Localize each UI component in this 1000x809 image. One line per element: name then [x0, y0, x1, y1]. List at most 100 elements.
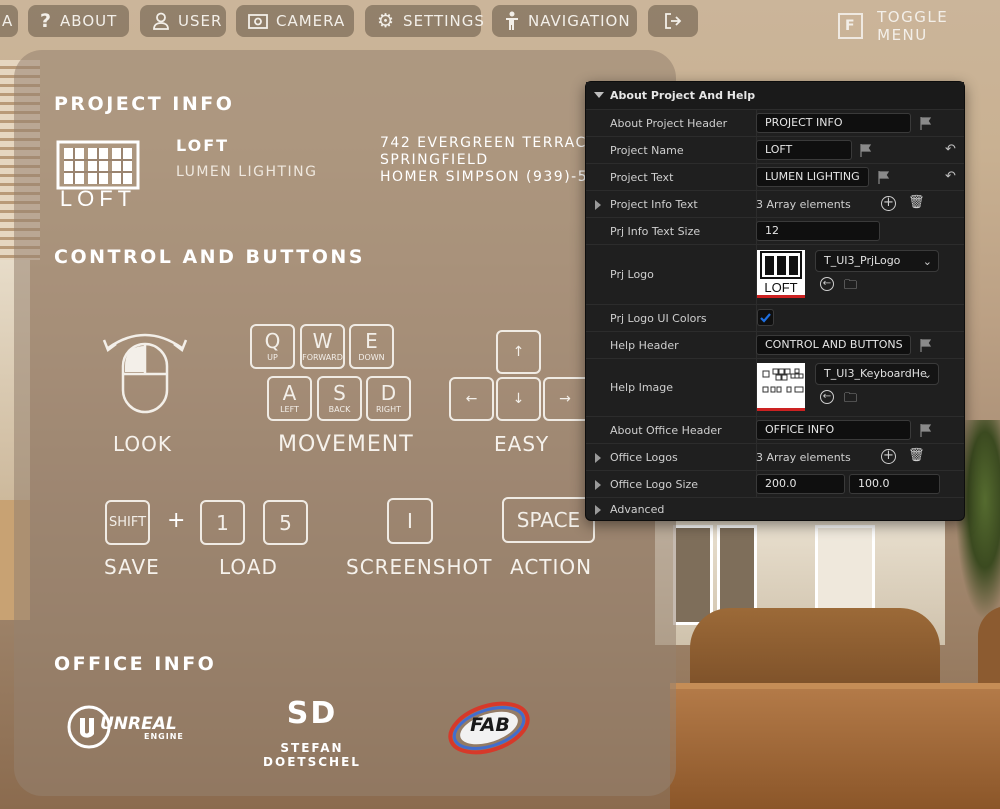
toggle-key-icon: F	[838, 13, 864, 39]
settings-label: SETTINGS	[403, 12, 485, 30]
row-office-logo-size[interactable]: Office Logo Size 200.0 100.0	[586, 471, 964, 498]
section-header-about-project[interactable]: About Project And Help	[586, 82, 964, 110]
address-line: HOMER SIMPSON (939)-555	[380, 169, 609, 185]
key-e-letter: E	[365, 329, 378, 353]
trash-icon[interactable]: 🗑	[908, 448, 925, 463]
help-image-thumbnail[interactable]	[757, 363, 805, 411]
svg-text:LOFT: LOFT	[764, 280, 797, 295]
camera-label: CAMERA	[276, 12, 346, 30]
navigation-button[interactable]: NAVIGATION	[492, 5, 637, 37]
localization-flag-icon[interactable]	[878, 171, 890, 184]
movement-label: MOVEMENT	[278, 432, 414, 457]
row-about-project-header: About Project Header PROJECT INFO	[586, 110, 964, 137]
reset-to-default-icon[interactable]: ↶	[945, 142, 956, 157]
key-i-label: I	[407, 509, 413, 533]
use-selected-asset-icon[interactable]: ←	[820, 390, 834, 404]
row-office-logos[interactable]: Office Logos 3 Array elements + 🗑	[586, 444, 964, 471]
row-prj-logo: Prj Logo LOFT T_UI3_PrjLogo ⌄ ← 🗀	[586, 245, 964, 305]
localization-flag-icon[interactable]	[920, 117, 932, 130]
key-a-sub: LEFT	[280, 405, 299, 414]
row-project-name: Project Name LOFT ↶	[586, 137, 964, 164]
about-header-field[interactable]: PROJECT INFO	[756, 113, 911, 133]
use-selected-asset-icon[interactable]: ←	[820, 277, 834, 291]
key-1-label: 1	[216, 510, 229, 535]
help-image-asset-name: T_UI3_KeyboardHe	[824, 367, 927, 380]
about-button[interactable]: ? ABOUT	[28, 5, 129, 37]
project-name-field[interactable]: LOFT	[756, 140, 852, 160]
office-header-field[interactable]: OFFICE INFO	[756, 420, 911, 440]
key-s-letter: S	[333, 381, 346, 405]
key-w: W FORWARD	[300, 324, 345, 369]
key-q-sub: UP	[267, 353, 278, 362]
look-label: LOOK	[113, 432, 173, 456]
reset-to-default-icon[interactable]: ↶	[945, 169, 956, 184]
info-text-size-field[interactable]: 12	[756, 221, 880, 241]
logo-size-y-field[interactable]: 100.0	[849, 474, 940, 494]
partial-menu-label: A	[2, 12, 14, 30]
row-label: Help Header	[610, 339, 679, 352]
address-line: SPRINGFIELD	[380, 152, 489, 168]
row-label: Project Name	[610, 144, 684, 157]
key-q-letter: Q	[264, 329, 281, 353]
fab-text: FAB	[470, 714, 510, 736]
toggle-menu-button[interactable]: F TOGGLE MENU	[838, 8, 1000, 44]
fab-logo: FAB	[444, 700, 534, 756]
logo-size-x-field[interactable]: 200.0	[756, 474, 845, 494]
row-project-info-text[interactable]: Project Info Text 3 Array elements + 🗑	[586, 191, 964, 218]
row-logo-ui-colors: Prj Logo UI Colors	[586, 305, 964, 332]
expand-triangle-icon[interactable]	[595, 480, 601, 490]
key-a-letter: A	[282, 381, 297, 405]
key-s-sub: BACK	[328, 405, 351, 414]
engine-word: ENGINE	[144, 732, 184, 741]
arrow-up-icon: ↑	[512, 344, 525, 360]
add-element-icon[interactable]: +	[881, 196, 896, 211]
logo-asset-dropdown[interactable]: T_UI3_PrjLogo ⌄	[815, 250, 939, 272]
key-1: 1	[200, 500, 245, 545]
unreal-word: UNREAL	[100, 714, 177, 734]
localization-flag-icon[interactable]	[860, 144, 872, 157]
key-q: Q UP	[250, 324, 295, 369]
browse-folder-icon[interactable]: 🗀	[844, 389, 857, 411]
exit-icon	[665, 13, 682, 29]
row-label: Help Image	[610, 381, 674, 394]
project-name: LOFT	[176, 136, 230, 155]
settings-button[interactable]: ⚙ SETTINGS	[365, 5, 484, 37]
key-i: I	[387, 498, 433, 544]
partial-menu-button[interactable]: A	[0, 5, 18, 37]
top-menu-bar: A ? ABOUT USER CAMERA ⚙ SETTINGS NAVIGAT…	[0, 0, 1000, 44]
key-d: D RIGHT	[366, 376, 411, 421]
logo-asset-name: T_UI3_PrjLogo	[824, 254, 901, 267]
help-image-asset-dropdown[interactable]: T_UI3_KeyboardHe ⌄	[815, 363, 939, 385]
add-element-icon[interactable]: +	[881, 449, 896, 464]
trash-icon[interactable]: 🗑	[908, 195, 925, 210]
project-text-field[interactable]: LUMEN LIGHTING	[756, 167, 869, 187]
key-5: 5	[263, 500, 308, 545]
row-advanced[interactable]: Advanced	[586, 498, 964, 522]
logo-colors-checkbox[interactable]	[757, 309, 774, 326]
user-button[interactable]: USER	[140, 5, 226, 37]
expand-triangle-icon[interactable]	[595, 200, 601, 210]
sd-monogram: SD	[286, 696, 338, 731]
arrow-left-key: ←	[449, 377, 494, 421]
row-label: Prj Info Text Size	[610, 225, 701, 238]
logo-thumbnail[interactable]: LOFT	[757, 250, 805, 298]
camera-button[interactable]: CAMERA	[236, 5, 354, 37]
key-a: A LEFT	[267, 376, 312, 421]
unreal-engine-logo: UNREAL ENGINE	[66, 704, 196, 752]
easy-label: EASY	[494, 432, 550, 456]
key-e: E DOWN	[349, 324, 394, 369]
localization-flag-icon[interactable]	[920, 424, 932, 437]
array-count: 3 Array elements	[756, 198, 851, 211]
expand-triangle-icon[interactable]	[595, 505, 601, 515]
address-line: 742 EVERGREEN TERRACE	[380, 135, 598, 151]
expand-triangle-icon[interactable]	[595, 453, 601, 463]
row-label: Prj Logo UI Colors	[610, 312, 707, 325]
gear-icon: ⚙	[377, 10, 396, 32]
person-walking-icon	[506, 11, 518, 30]
cabinet-pane	[673, 525, 713, 625]
localization-flag-icon[interactable]	[920, 339, 932, 352]
row-about-office-header: About Office Header OFFICE INFO	[586, 417, 964, 444]
browse-folder-icon[interactable]: 🗀	[844, 276, 857, 298]
help-header-field[interactable]: CONTROL AND BUTTONS	[756, 335, 911, 355]
exit-button[interactable]	[648, 5, 698, 37]
